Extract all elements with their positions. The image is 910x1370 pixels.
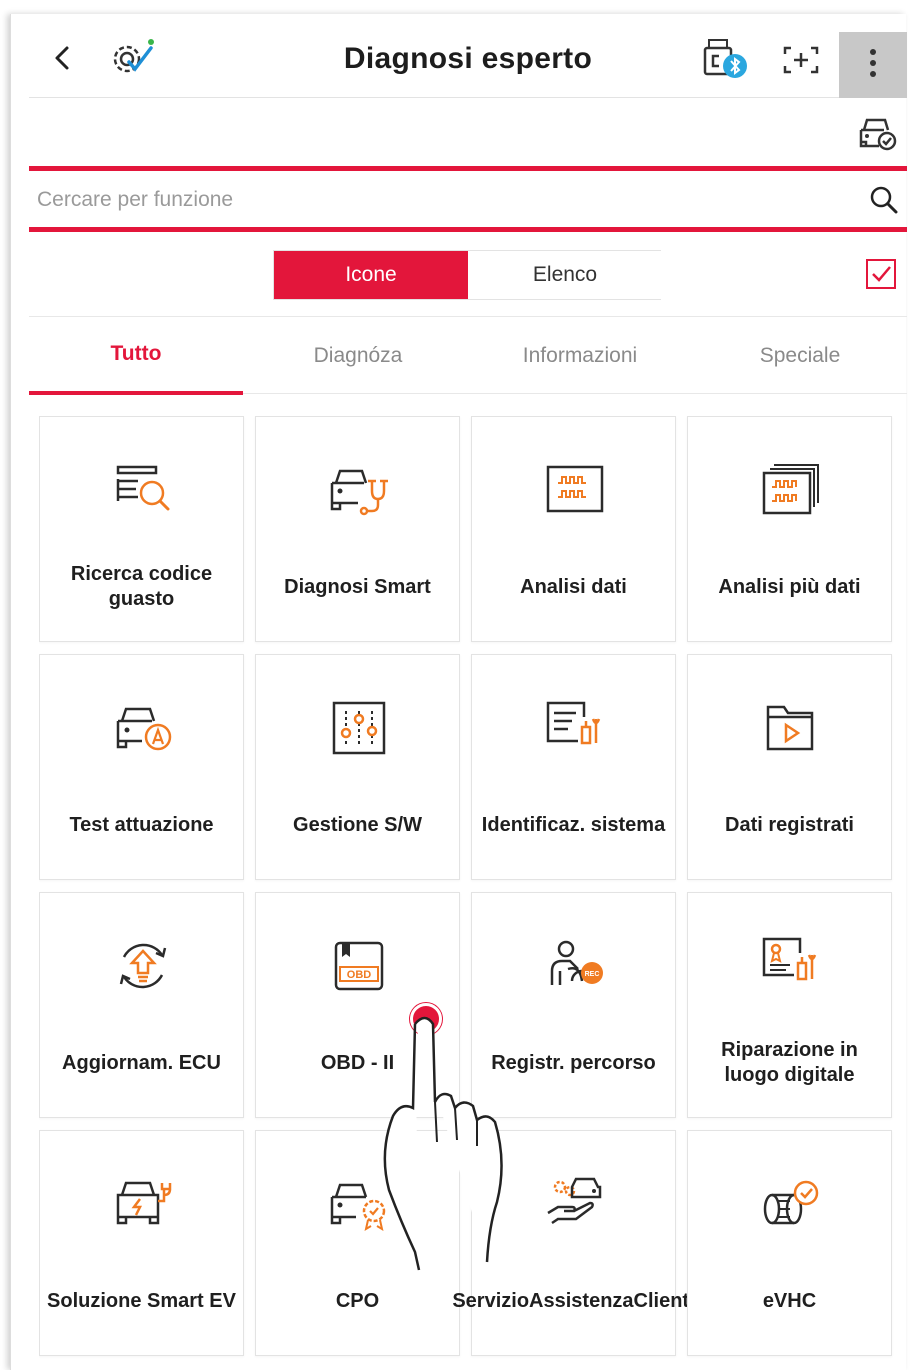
function-card-identificaz-sistema[interactable]: Identificaz. sistema — [471, 654, 676, 880]
ev-car-plug-icon — [116, 1181, 172, 1225]
folder-play-icon — [766, 705, 814, 751]
car-badge-icon — [330, 1183, 386, 1232]
function-card-riparazione-digitale[interactable]: Riparazione in luogo digitale — [687, 892, 892, 1118]
gear-check-button[interactable] — [107, 36, 159, 80]
function-label: Dati registrati — [725, 813, 854, 836]
function-label: Analisi più dati — [718, 575, 861, 598]
multi-data-waveform-icon — [762, 464, 819, 515]
tab-speciale[interactable]: Speciale — [693, 317, 907, 395]
chevron-left-icon — [55, 46, 69, 70]
function-card-test-attuazione[interactable]: Test attuazione — [39, 654, 244, 880]
view-toggle: Icone Elenco — [273, 250, 662, 300]
hand-service-icon — [547, 1177, 602, 1225]
function-card-soluzione-smart-ev[interactable]: Soluzione Smart EV — [39, 1130, 244, 1356]
tab-informazioni[interactable]: Informazioni — [473, 317, 687, 395]
tire-check-icon — [763, 1180, 819, 1225]
data-waveform-icon — [546, 465, 604, 513]
car-actuation-icon — [116, 707, 172, 751]
list-view-button[interactable]: Elenco — [468, 251, 662, 299]
obd-icon: OBD — [334, 941, 384, 991]
dtc-search-icon — [116, 465, 170, 511]
function-label: CPO — [335, 1289, 380, 1312]
car-check-icon — [859, 118, 897, 151]
function-label: Aggiornam. ECU — [62, 1051, 221, 1074]
tab-tutto[interactable]: Tutto — [29, 317, 243, 395]
tab-diagnoza[interactable]: Diagnóza — [251, 317, 465, 395]
back-button[interactable] — [47, 40, 79, 76]
function-card-cpo[interactable]: CPO — [255, 1130, 460, 1356]
vci-bluetooth-button[interactable] — [697, 36, 753, 82]
function-card-gestione-sw[interactable]: Gestione S/W — [255, 654, 460, 880]
category-tabs: Tutto Diagnóza Informazioni Speciale — [29, 316, 907, 395]
page-title: Diagnosi esperto — [343, 42, 593, 75]
app-header: Diagnosi esperto — [29, 14, 907, 98]
function-card-registr-percorso[interactable]: REC Registr. percorso — [471, 892, 676, 1118]
function-card-diagnosi-smart[interactable]: Diagnosi Smart — [255, 416, 460, 642]
function-card-analisi-piu-dati[interactable]: Analisi più dati — [687, 416, 892, 642]
function-label: Diagnosi Smart — [284, 575, 431, 598]
search-input[interactable] — [37, 183, 817, 217]
more-options-button[interactable] — [839, 32, 907, 98]
more-vertical-icon — [870, 49, 876, 77]
svg-text:OBD: OBD — [347, 969, 372, 981]
select-checkbox[interactable] — [866, 259, 896, 289]
ecu-update-icon — [119, 943, 167, 989]
search-icon[interactable] — [869, 185, 899, 215]
function-label: Registr. percorso — [491, 1051, 656, 1074]
function-label: OBD - II — [320, 1051, 395, 1074]
icons-view-button[interactable]: Icone — [274, 251, 468, 299]
function-card-servizio-assistenza[interactable]: ServizioAssistenzaClienti — [452, 1130, 695, 1356]
function-label: Soluzione Smart EV — [47, 1289, 236, 1312]
function-label: Gestione S/W — [293, 813, 422, 836]
function-label: Test attuazione — [69, 813, 214, 836]
gear-check-icon — [113, 39, 154, 73]
function-label: eVHC — [762, 1289, 817, 1312]
function-label: ServizioAssistenzaClienti — [452, 1289, 695, 1312]
svg-text:REC: REC — [585, 971, 600, 978]
vehicle-check-button[interactable] — [857, 114, 897, 152]
scan-add-button[interactable] — [781, 42, 821, 78]
scan-add-icon — [783, 46, 819, 74]
touch-indicator — [410, 1003, 442, 1035]
function-card-ricerca-codice[interactable]: Ricerca codice guasto — [39, 416, 244, 642]
checkmark-icon — [872, 266, 891, 282]
car-stethoscope-icon — [330, 469, 388, 516]
function-card-aggiornam-ecu[interactable]: Aggiornam. ECU — [39, 892, 244, 1118]
search-bar — [29, 166, 907, 232]
function-card-evhc[interactable]: eVHC — [687, 1130, 892, 1356]
document-tools-icon — [546, 701, 601, 745]
function-label: Riparazione in luogo digitale — [721, 1039, 858, 1086]
sliders-icon — [332, 701, 386, 755]
function-card-analisi-dati[interactable]: Analisi dati — [471, 416, 676, 642]
function-label: Ricerca codice guasto — [70, 563, 213, 610]
function-card-dati-registrati[interactable]: Dati registrati — [687, 654, 892, 880]
function-label: Identificaz. sistema — [481, 813, 666, 836]
driver-record-icon: REC — [550, 940, 603, 985]
certificate-tools-icon — [762, 937, 817, 981]
app-window: Diagnosi esperto Cercare per funzione Ic… — [10, 14, 907, 1370]
function-label: Analisi dati — [520, 575, 627, 598]
vci-bluetooth-icon — [703, 39, 747, 78]
function-grid: Ricerca codice guasto Diagnosi Smart Ana… — [39, 416, 899, 1370]
